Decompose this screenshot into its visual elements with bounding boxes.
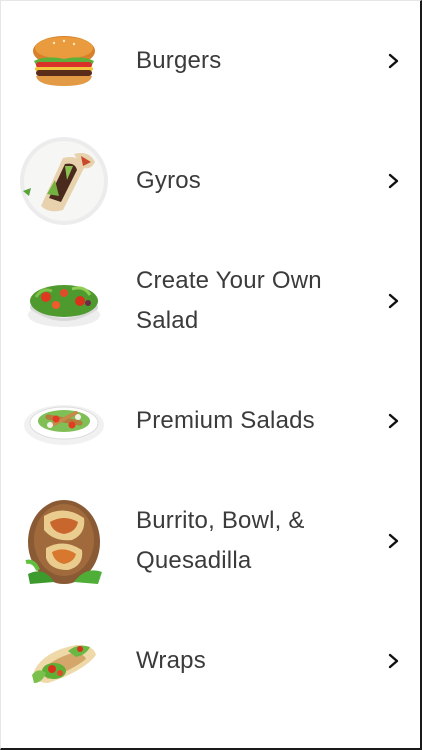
menu-item-label: Gyros — [136, 167, 202, 194]
chevron-right-icon — [386, 173, 402, 189]
chevron-right-icon — [386, 533, 402, 549]
menu-item-premium-salads[interactable]: Premium Salads — [1, 361, 420, 481]
menu-item-gyros[interactable]: Gyros — [1, 121, 420, 241]
chevron-right-icon — [386, 293, 402, 309]
menu-item-burgers[interactable]: Burgers — [1, 1, 420, 121]
menu-item-wraps[interactable]: Wraps — [1, 601, 420, 721]
menu-item-label: Wraps — [136, 647, 206, 674]
menu-item-label: Premium Salads — [136, 407, 315, 434]
chevron-right-icon — [386, 653, 402, 669]
category-list: Burgers Gyros Create Your Own Salad Prem… — [1, 1, 420, 721]
chevron-right-icon — [386, 413, 402, 429]
chevron-right-icon — [386, 53, 402, 69]
menu-item-burrito-bowl-quesadilla[interactable]: Burrito, Bowl, & Quesadilla — [1, 481, 420, 601]
category-menu-screen: Burgers Gyros Create Your Own Salad Prem… — [0, 0, 422, 750]
premium-salad-icon — [19, 376, 109, 466]
salad-bowl-icon — [19, 256, 109, 346]
menu-item-label: Burgers — [136, 47, 222, 74]
menu-item-label: Create Your Own Salad — [136, 267, 322, 334]
menu-item-label: Burrito, Bowl, & Quesadilla — [136, 507, 305, 574]
menu-item-create-your-own-salad[interactable]: Create Your Own Salad — [1, 241, 420, 361]
burrito-icon — [19, 496, 109, 586]
burger-icon — [19, 16, 109, 106]
wrap-icon — [19, 616, 109, 706]
gyro-icon — [19, 136, 109, 226]
